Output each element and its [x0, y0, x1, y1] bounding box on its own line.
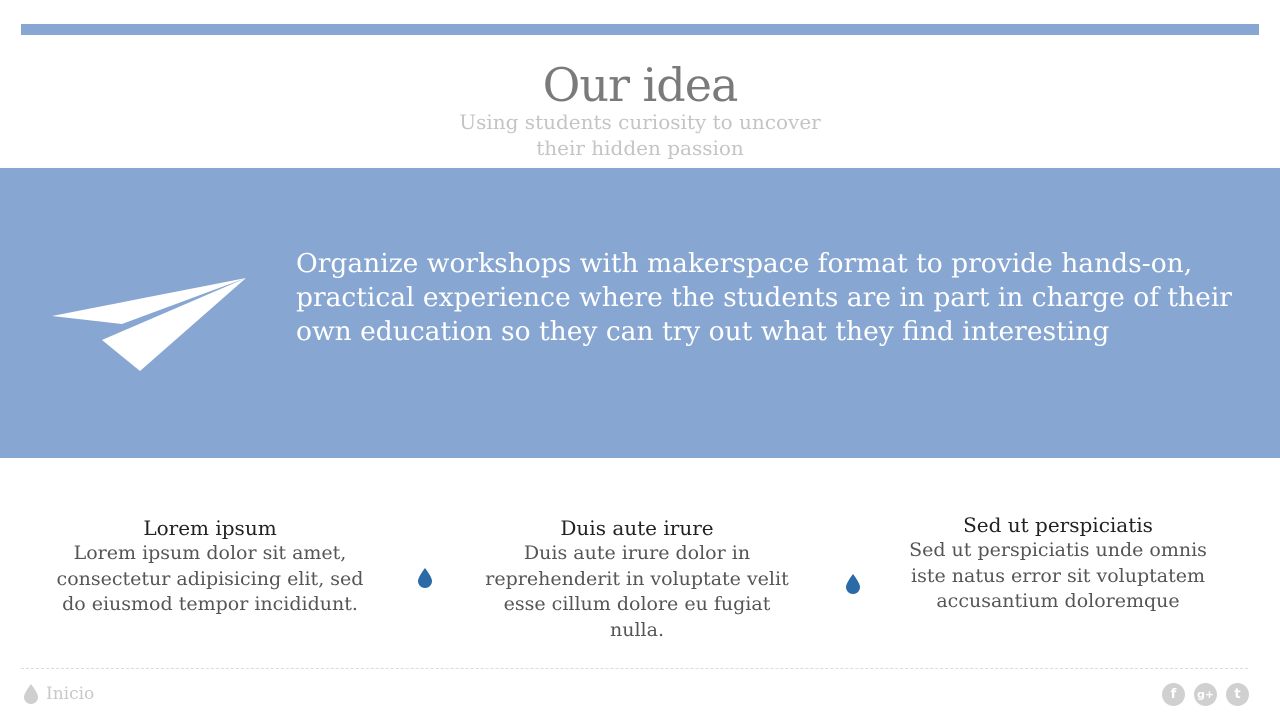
feature-column-2: Duis aute irure Duis aute irure dolor in…	[482, 515, 792, 643]
feature-body: Lorem ipsum dolor sit amet, consectetur …	[56, 542, 364, 615]
drop-home-icon	[24, 684, 38, 704]
drop-icon	[846, 574, 860, 594]
home-link[interactable]: Inicio	[22, 682, 94, 706]
home-link-label: Inicio	[46, 684, 95, 704]
subtitle-line-1: Using students curiosity to uncover	[459, 110, 821, 134]
subtitle-line-2: their hidden passion	[536, 136, 744, 160]
feature-column-3: Sed ut perspiciatis Sed ut perspiciatis …	[903, 512, 1213, 615]
footer-divider	[21, 668, 1248, 669]
feature-title: Sed ut perspiciatis	[963, 513, 1153, 537]
feature-title: Lorem ipsum	[143, 516, 277, 540]
feature-body: Duis aute irure dolor in reprehenderit i…	[485, 542, 789, 641]
feature-body: Sed ut perspiciatis unde omnis iste natu…	[909, 539, 1207, 612]
feature-column-1: Lorem ipsum Lorem ipsum dolor sit amet, …	[55, 515, 365, 618]
paper-plane-icon	[52, 278, 246, 371]
twitter-icon[interactable]: t	[1226, 683, 1249, 706]
top-accent-bar	[21, 24, 1259, 35]
facebook-icon[interactable]: f	[1162, 683, 1185, 706]
feature-title: Duis aute irure	[560, 516, 714, 540]
page-subtitle: Using students curiosity to uncover thei…	[440, 109, 840, 161]
idea-description: Organize workshops with makerspace forma…	[296, 248, 1232, 347]
google-plus-icon[interactable]: g+	[1194, 683, 1217, 706]
page-title: Our idea	[542, 58, 739, 112]
drop-icon	[418, 568, 432, 588]
